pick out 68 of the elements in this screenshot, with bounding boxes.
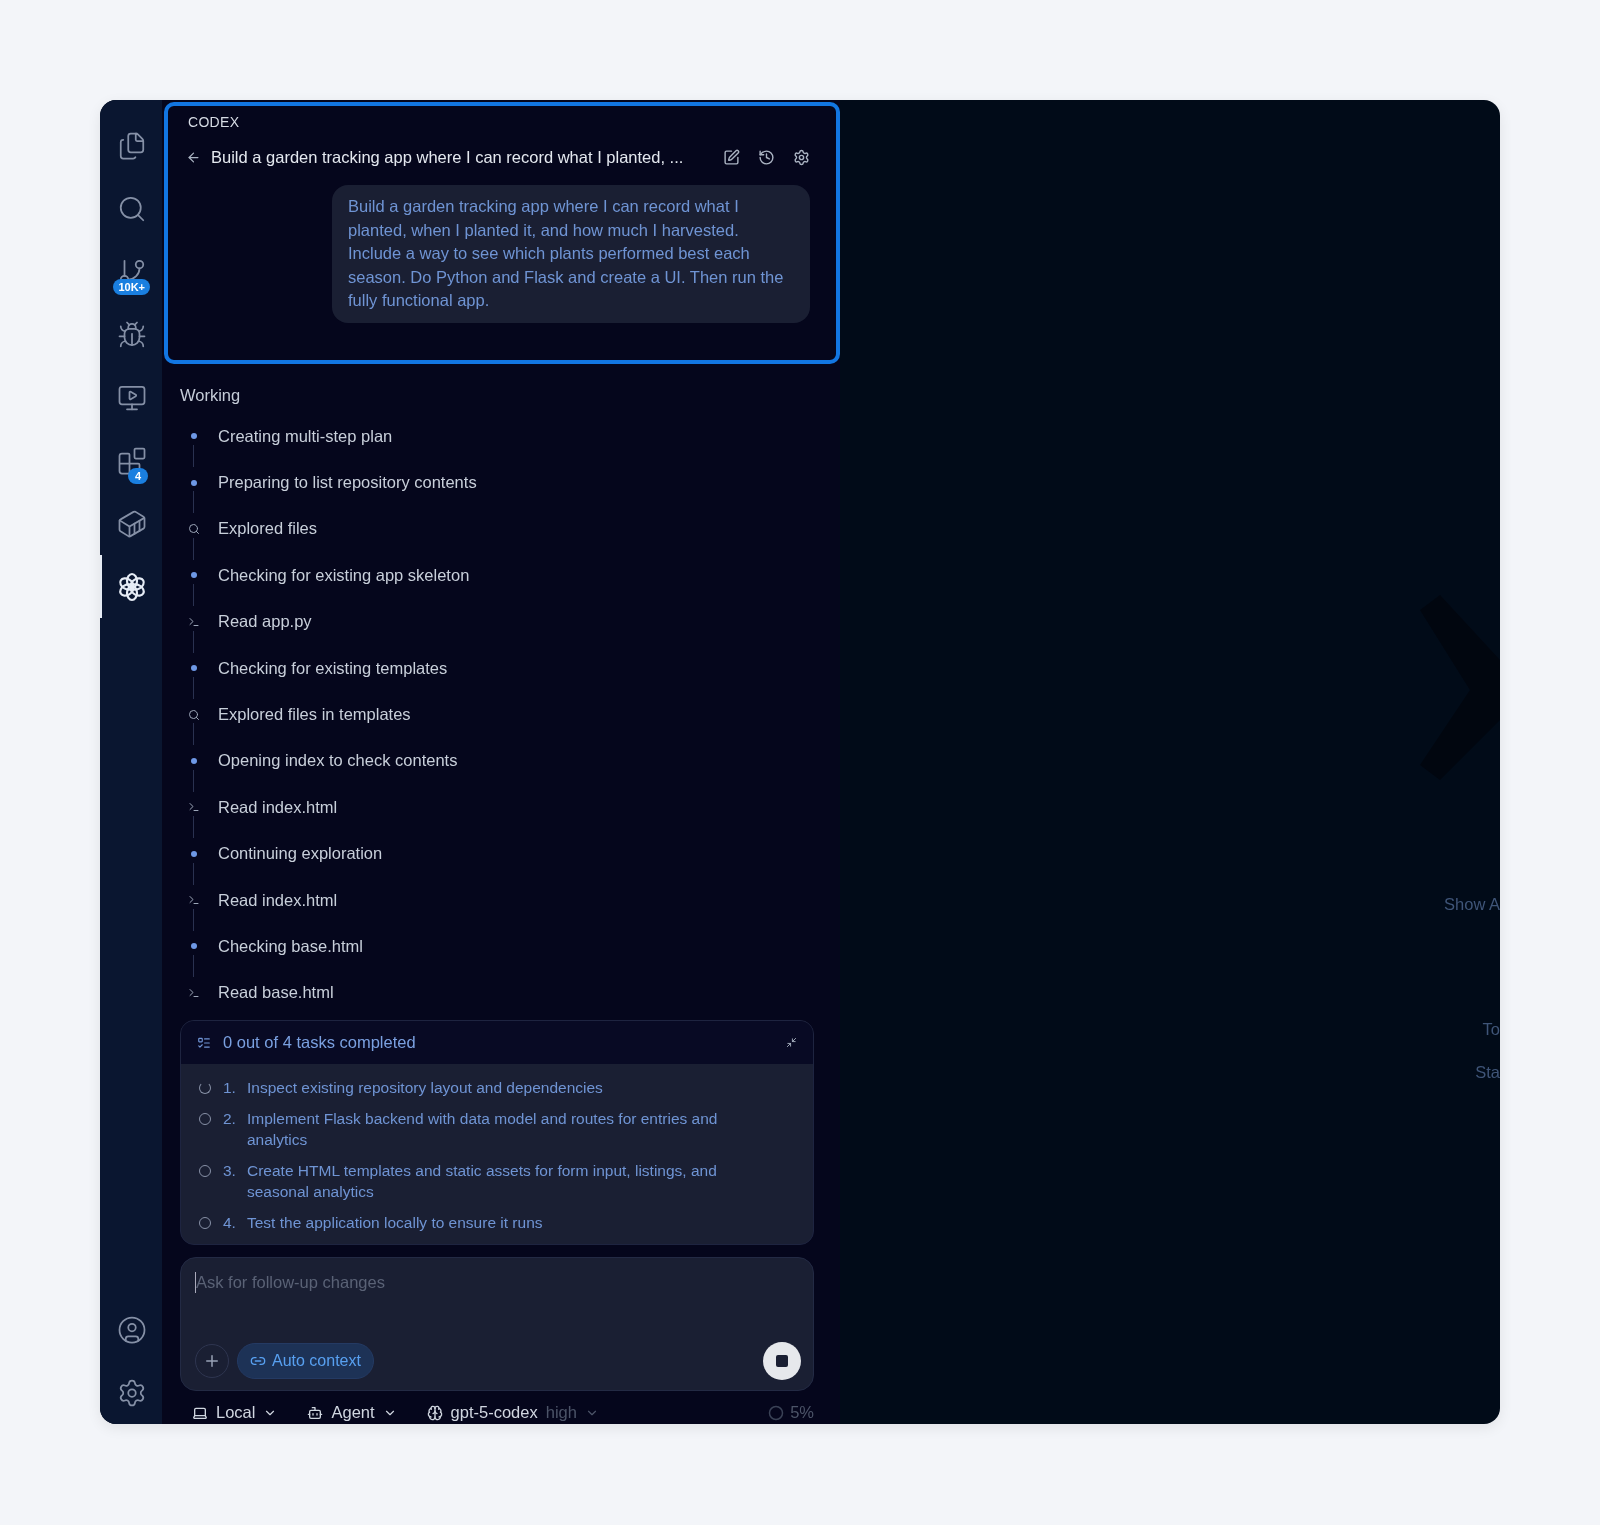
list-icon bbox=[197, 1035, 211, 1050]
task-text: Create HTML templates and static assets for form input, listings, and seasonal analytics bbox=[247, 1161, 718, 1203]
auto-context-button[interactable]: Auto context bbox=[237, 1343, 374, 1380]
step-text: Read base.html bbox=[218, 983, 334, 1003]
step-text: Checking for existing app skeleton bbox=[218, 565, 470, 585]
task-number: 3. bbox=[223, 1161, 237, 1182]
swirl-logo-icon bbox=[116, 570, 148, 603]
count-badge: 4 bbox=[128, 468, 148, 484]
settings-button[interactable] bbox=[793, 149, 810, 166]
terminal-icon bbox=[188, 986, 200, 999]
step-text: Preparing to list repository contents bbox=[218, 473, 477, 493]
hint-text: To bbox=[1482, 1020, 1500, 1039]
activity-bar-item[interactable]: 10K+ bbox=[100, 240, 162, 303]
activity-bar-item[interactable]: 4 bbox=[100, 429, 162, 492]
bullet-icon bbox=[191, 943, 197, 950]
mode-dropdown[interactable]: Agent bbox=[307, 1403, 397, 1423]
bullet-icon bbox=[191, 665, 197, 672]
container-icon bbox=[117, 508, 147, 539]
bullet-icon bbox=[191, 850, 197, 857]
history-button[interactable] bbox=[758, 149, 775, 166]
tasks-summary: 0 out of 4 tasks completed bbox=[223, 1033, 417, 1053]
collapse-button[interactable] bbox=[786, 1037, 797, 1049]
task-text: Inspect existing repository layout and dependencies bbox=[247, 1078, 603, 1099]
status-label: Working bbox=[180, 386, 242, 405]
model-dropdown[interactable]: gpt-5-codex high bbox=[426, 1403, 599, 1423]
bullet-icon bbox=[191, 433, 197, 440]
bullet-icon bbox=[191, 572, 197, 579]
brain-icon bbox=[426, 1404, 443, 1421]
context-usage: 5% bbox=[790, 1403, 814, 1423]
task-text: Implement Flask backend with data model and routes for entries and analytics bbox=[247, 1109, 719, 1151]
panel-title: CODEX bbox=[188, 114, 241, 130]
search-icon bbox=[188, 522, 200, 535]
step-text: Continuing exploration bbox=[218, 844, 383, 864]
back-button[interactable] bbox=[186, 150, 201, 165]
search-icon bbox=[188, 708, 200, 721]
step-text: Creating multi-step plan bbox=[218, 426, 393, 446]
terminal-icon bbox=[188, 615, 200, 628]
hint-text: Show A bbox=[1444, 895, 1500, 914]
step-text: Explored files in templates bbox=[218, 705, 411, 725]
step-text: Checking for existing templates bbox=[218, 658, 448, 678]
step-text: Explored files bbox=[218, 519, 318, 539]
step-text: Opening index to check contents bbox=[218, 751, 458, 771]
step-text: Read index.html bbox=[218, 890, 338, 910]
prompt-message: Build a garden tracking app where I can record what I planted, when I planted it, and how much I harvested. Include a way to see which plants performed best each season. Do Python and Flask and create a UI. Then run the fully functional app. bbox=[332, 185, 810, 323]
settings-icon bbox=[117, 1377, 147, 1408]
progress-ring-icon bbox=[768, 1404, 785, 1421]
step-text: Read app.py bbox=[218, 612, 312, 632]
task-text: Test the application locally to ensure it runs bbox=[247, 1213, 543, 1234]
terminal-icon bbox=[188, 894, 200, 907]
environment-dropdown[interactable]: Local bbox=[192, 1403, 278, 1423]
task-number: 2. bbox=[223, 1109, 237, 1130]
account-icon bbox=[117, 1314, 147, 1345]
count-badge: 10K+ bbox=[113, 279, 150, 295]
debug-icon bbox=[117, 319, 147, 350]
bullet-icon bbox=[191, 757, 197, 764]
follow-up-input[interactable]: Ask for follow-up changes bbox=[195, 1272, 801, 1294]
terminal-icon bbox=[188, 801, 200, 814]
task-number: 4. bbox=[223, 1213, 237, 1234]
hint-text: Sta bbox=[1475, 1063, 1500, 1082]
robot-icon bbox=[307, 1404, 324, 1421]
step-text: Read index.html bbox=[218, 797, 338, 817]
task-number: 1. bbox=[223, 1078, 237, 1099]
files-icon bbox=[117, 130, 147, 161]
new-chat-button[interactable] bbox=[723, 149, 740, 166]
step-text: Checking base.html bbox=[218, 937, 363, 956]
stop-button[interactable] bbox=[763, 1342, 801, 1381]
thread-title: Build a garden tracking app where I can record what I planted, ... bbox=[211, 148, 685, 167]
bullet-icon bbox=[191, 479, 197, 486]
